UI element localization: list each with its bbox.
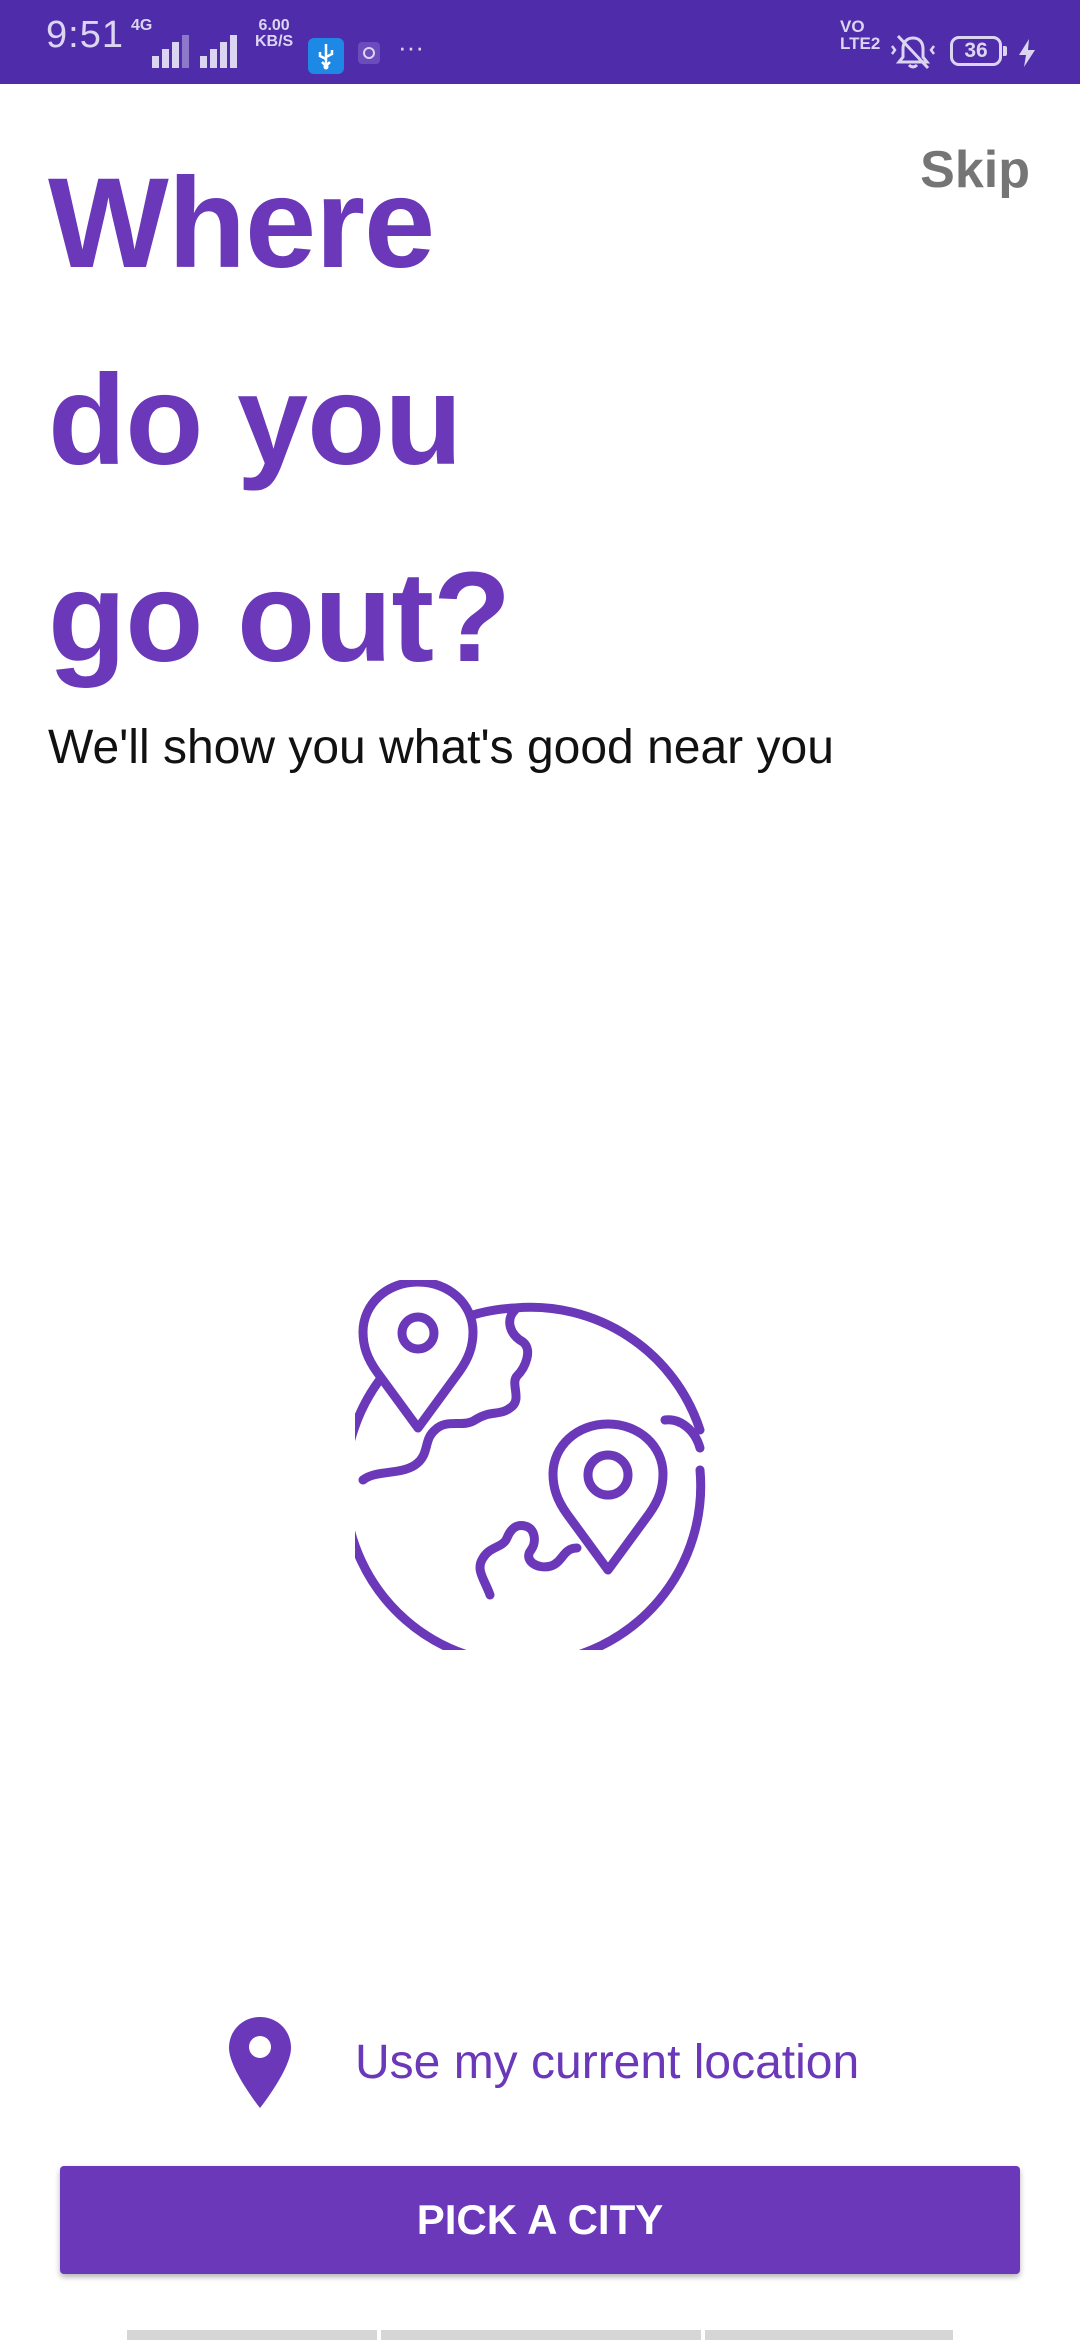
onboarding-screen: 9:51 4G 6.00 KB/S ··· VO LTE2 36 Skip Wh… <box>0 0 1080 2340</box>
page-title-line-1: Where <box>48 152 435 295</box>
battery-level: 36 <box>964 39 988 62</box>
network-type-label: 4G <box>131 18 152 34</box>
page-title: Where do you go out? <box>48 125 511 716</box>
usb-icon <box>308 38 344 74</box>
volte-indicator: VO LTE2 <box>840 18 880 52</box>
bottom-segment <box>705 2330 953 2340</box>
use-current-location-button[interactable]: Use my current location <box>225 2012 859 2112</box>
skip-button[interactable]: Skip <box>920 140 1030 200</box>
use-current-location-label: Use my current location <box>355 2035 860 2089</box>
charging-icon <box>1019 39 1035 67</box>
bottom-segment <box>381 2330 701 2340</box>
pick-a-city-button[interactable]: PICK A CITY <box>60 2166 1020 2274</box>
globe-with-location-pins-icon <box>355 1280 706 1650</box>
mute-vibrate-icon <box>891 34 935 70</box>
app-notification-icon <box>358 42 380 64</box>
signal-strength-icon-2 <box>200 35 237 68</box>
battery-indicator: 36 <box>950 36 1007 66</box>
network-type-text: 4G <box>131 17 153 34</box>
status-time: 9:51 <box>46 14 124 56</box>
page-title-line-3: go out? <box>48 546 511 689</box>
data-speed: 6.00 KB/S <box>255 18 293 50</box>
signal-strength-icon <box>152 35 189 68</box>
overflow-notifications: ··· <box>398 32 424 62</box>
status-bar: 9:51 4G 6.00 KB/S ··· VO LTE2 36 <box>0 0 1080 84</box>
page-subtitle: We'll show you what's good near you <box>48 721 834 774</box>
bottom-segment <box>127 2330 377 2340</box>
data-speed-unit: KB/S <box>255 33 294 50</box>
page-title-line-2: do you <box>48 349 463 492</box>
bottom-segments <box>127 2330 953 2340</box>
volte-text: VO <box>840 17 865 36</box>
location-pin-icon <box>229 2016 291 2108</box>
volte-sub-text: LTE2 <box>840 34 881 53</box>
data-speed-value: 6.00 <box>258 17 290 34</box>
